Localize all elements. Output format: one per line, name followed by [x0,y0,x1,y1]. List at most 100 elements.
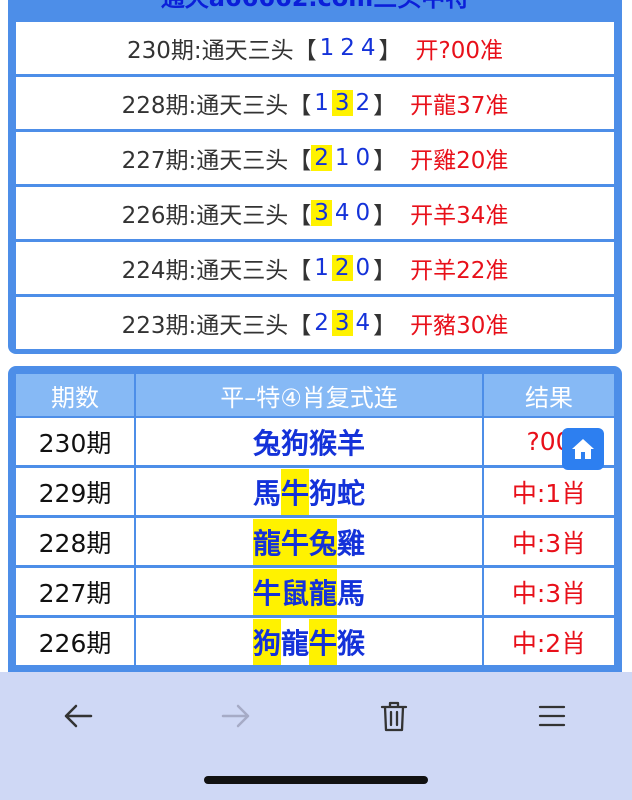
arrow-left-icon [64,704,93,728]
prediction-result: 开羊22准 [410,258,509,284]
zodiac-sign: 雞 [337,526,366,560]
digit: 1 [319,35,335,61]
prediction-period: 226期:通天三头 [121,203,289,229]
zodiac-sign: 兔 [252,426,281,460]
digit: 3 [311,200,332,226]
bracket-close: 】 [373,148,397,174]
table-row: 229期馬牛狗蛇中:1肖 [16,468,614,515]
zodiac-sign: 牛 [309,618,338,665]
prediction-card: 通天a66662.com三头中特 230期:通天三头【124】开?00准228期… [8,0,622,354]
card-title: 通天a66662.com三头中特 [8,0,622,18]
cell-result: 中:3肖 [484,518,614,565]
zodiac-table-card: 期数 平–特④肖复式连 结果 230期兔狗猴羊 ?00 229期馬牛狗蛇中:1肖 22… [8,366,622,696]
table-row: 227期牛鼠龍馬中:3肖 [16,568,614,615]
delete-button[interactable] [364,694,424,738]
bracket-open: 【 [288,203,312,229]
prediction-period: 230期:通天三头 [126,38,294,64]
digit: 2 [331,255,353,281]
zodiac-sign: 鼠 [280,568,309,615]
zodiac-sign: 狗 [280,426,309,460]
zodiac-sign: 蛇 [337,476,366,510]
digit: 0 [355,255,371,281]
digit: 2 [340,35,355,61]
prediction-row: 223期:通天三头【2 3 4】开豬30准 [16,297,614,349]
predicted-digits: 234 [311,310,373,336]
table-row: 228期龍牛兔雞中:3肖 [16,518,614,565]
prediction-period: 224期:通天三头 [121,258,289,284]
cell-result: 中:3肖 [484,568,614,615]
bracket-close: 】 [373,258,397,284]
cell-zodiacs: 兔狗猴羊 [136,418,482,465]
arrow-right-icon [221,704,250,728]
cell-zodiacs: 龍牛兔雞 [136,518,482,565]
home-indicator[interactable] [204,776,428,784]
bracket-open: 【 [288,93,312,119]
prediction-result: 开豬30准 [410,313,509,339]
zodiac-sign: 猴 [309,426,338,460]
cell-period: 226期 [16,618,134,665]
zodiac-sign: 牛 [280,518,309,565]
bracket-open: 【 [288,148,312,174]
prediction-row: 226期:通天三头【3 4 0】开羊34准 [16,187,614,239]
digit: 0 [355,145,371,171]
prediction-result: 开?00准 [415,38,504,64]
table-row: 230期兔狗猴羊 ?00 [16,418,614,465]
digit: 4 [360,35,376,61]
zodiac-sign: 牛 [280,468,309,515]
zodiac-sign: 兔 [309,518,338,565]
table-body: 230期兔狗猴羊 ?00 229期馬牛狗蛇中:1肖 228期龍牛兔雞中:3肖 227期牛… [16,418,614,668]
forward-button[interactable] [206,694,266,738]
cell-period: 228期 [16,518,134,565]
bracket-close: 】 [378,38,402,64]
digit: 2 [311,145,332,171]
zodiac-sign: 馬 [252,476,281,510]
cell-period: 230期 [16,418,134,465]
digit: 2 [314,310,329,336]
cell-result: 中:2肖 [484,618,614,665]
zodiac-sign: 馬 [337,576,366,610]
trash-icon [380,701,408,732]
prediction-result: 开龍37准 [410,93,509,119]
table-row: 226期狗龍牛猴中:2肖 [16,618,614,665]
menu-icon [538,705,566,727]
bracket-open: 【 [293,38,317,64]
back-button[interactable] [48,694,108,738]
digit: 1 [314,90,329,116]
cell-zodiacs: 馬牛狗蛇 [136,468,482,515]
cell-period: 227期 [16,568,134,615]
predicted-digits: 340 [311,200,373,226]
predicted-digits: 124 [317,35,379,61]
menu-button[interactable] [522,694,582,738]
digit: 1 [314,255,329,281]
prediction-result: 开羊34准 [410,203,509,229]
bracket-close: 】 [373,313,397,339]
header-zodiacs: 平–特④肖复式连 [136,374,484,416]
digit: 0 [355,200,371,226]
zodiac-sign: 龍 [252,518,281,565]
zodiac-sign: 羊 [337,426,366,460]
digit: 2 [355,90,371,116]
bracket-close: 】 [373,203,397,229]
home-icon [572,439,594,459]
zodiac-sign: 龍 [309,568,338,615]
predicted-digits: 132 [311,90,373,116]
header-result: 结果 [525,383,573,412]
cell-zodiacs: 狗龍牛猴 [136,618,482,665]
home-button[interactable] [562,428,604,470]
zodiac-sign: 猴 [337,626,366,660]
table-header: 期数 平–特④肖复式连 结果 [16,374,614,416]
predicted-digits: 210 [311,145,373,171]
digit: 3 [331,90,353,116]
digit: 1 [334,145,350,171]
digit: 4 [334,200,350,226]
digit: 3 [331,310,353,336]
header-period: 期数 [16,374,136,416]
digit: 4 [355,310,371,336]
prediction-row: 228期:通天三头【1 3 2】开龍37准 [16,77,614,129]
zodiac-sign: 狗 [252,618,281,665]
prediction-period: 223期:通天三头 [121,313,289,339]
bracket-open: 【 [288,258,312,284]
zodiac-sign: 龍 [280,626,309,660]
cell-result: 中:1肖 [484,468,614,515]
bracket-close: 】 [373,93,397,119]
